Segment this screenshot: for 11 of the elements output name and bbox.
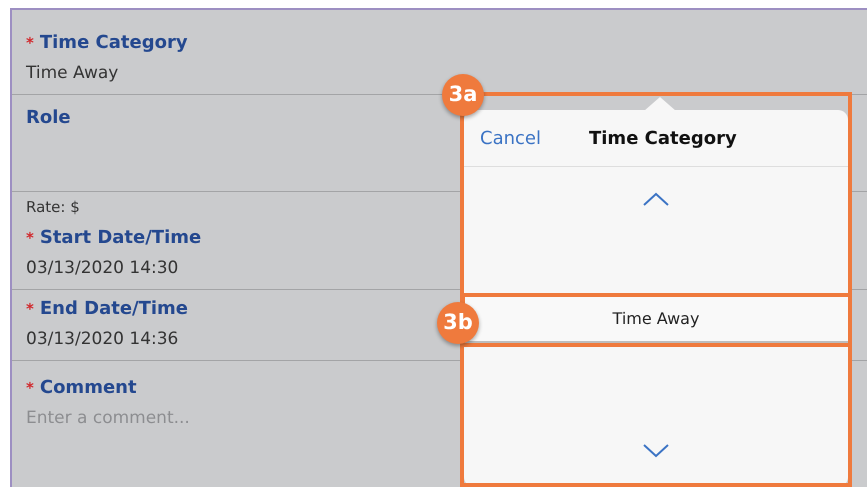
rate-text: Rate: $ xyxy=(26,197,80,218)
field-label: Time Category xyxy=(40,31,188,55)
field-label: Start Date/Time xyxy=(40,226,202,250)
field-label: Comment xyxy=(40,376,137,400)
field-label: Role xyxy=(26,106,71,130)
required-mark: * xyxy=(26,378,34,399)
required-mark: * xyxy=(26,33,34,54)
required-mark: * xyxy=(26,228,34,249)
field-label: End Date/Time xyxy=(40,297,188,321)
popover-title: Time Category xyxy=(588,126,737,150)
required-mark: * xyxy=(26,299,34,320)
